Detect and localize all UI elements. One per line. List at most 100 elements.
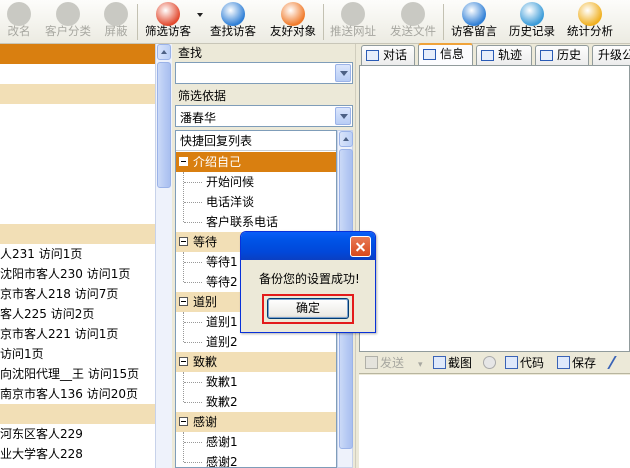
scrollbar-thumb[interactable]: [157, 62, 171, 188]
quick-reply-item-label: 等待1: [206, 255, 238, 269]
toolbar-button-label: 改名: [7, 24, 31, 38]
floppy-disk-icon: [557, 356, 570, 369]
collapse-minus-icon[interactable]: [179, 237, 188, 246]
visitor-list-item[interactable]: [0, 164, 155, 184]
tab-4[interactable]: 升级公: [592, 45, 630, 65]
toolbar-button-6[interactable]: 推送网址: [324, 0, 382, 44]
quick-reply-item[interactable]: 感谢1: [176, 432, 336, 452]
quick-reply-item[interactable]: 致歉1: [176, 372, 336, 392]
visitor-list-item[interactable]: 京市客人221 访问1页: [0, 324, 155, 344]
visitor-list-item[interactable]: 客人225 访问2页: [0, 304, 155, 324]
tab-label: 对话: [383, 48, 408, 62]
quick-reply-item[interactable]: 感谢2: [176, 452, 336, 468]
toolbar-button-9[interactable]: 历史记录: [504, 0, 560, 44]
quick-reply-group-label: 等待: [193, 235, 218, 249]
quick-reply-item-label: 感谢2: [206, 455, 238, 468]
send-toolbar: 发送 ▾ 截图 代码 保存: [359, 352, 630, 374]
quick-reply-group[interactable]: 致歉: [176, 352, 336, 372]
dialog-message: 备份您的设置成功!: [259, 272, 360, 286]
quick-reply-item-label: 道别2: [206, 335, 238, 349]
visitor-list-item[interactable]: 人231 访问1页: [0, 244, 155, 264]
collapse-minus-icon[interactable]: [179, 357, 188, 366]
pen-button[interactable]: [607, 355, 628, 371]
close-icon[interactable]: [350, 236, 371, 257]
toolbar-button-4[interactable]: 查找访客: [204, 0, 262, 44]
info-tab-content: [359, 65, 630, 352]
toolbar-button-0[interactable]: 改名: [0, 0, 38, 44]
quick-reply-item[interactable]: 开始问候: [176, 172, 336, 192]
tab-label: 历史: [557, 48, 582, 62]
chevron-down-icon[interactable]: [335, 64, 351, 82]
toolbar-button-10[interactable]: 统计分析: [562, 0, 618, 44]
tab-2[interactable]: 轨迹: [476, 45, 532, 65]
quick-reply-group[interactable]: 感谢: [176, 412, 336, 432]
quick-reply-header: 快捷回复列表: [176, 131, 336, 151]
scroll-up-arrow-icon[interactable]: [339, 131, 353, 147]
visitor-list-item[interactable]: 南京市客人136 访问20页: [0, 384, 155, 404]
tab-1[interactable]: 信息: [418, 43, 473, 66]
quick-reply-item[interactable]: 客户联系电话: [176, 212, 336, 232]
visitor-list-item[interactable]: [0, 144, 155, 164]
chat-panel: 对话 信息 轨迹 历史 升级公 发送▾ 截图 代码 保存: [359, 43, 630, 468]
visitor-list-item[interactable]: 沈阳市客人230 访问1页: [0, 264, 155, 284]
scroll-up-arrow-icon[interactable]: [157, 44, 171, 60]
smiley-icon: [483, 356, 496, 369]
visitor-list-item[interactable]: 河东区客人229: [0, 424, 155, 444]
save-button[interactable]: 保存: [557, 355, 596, 371]
visitor-list-item[interactable]: [0, 404, 155, 424]
visitor-list-item[interactable]: [0, 64, 155, 84]
visitor-list-item[interactable]: [0, 44, 155, 64]
quick-reply-item[interactable]: 电话洋谈: [176, 192, 336, 212]
history-tab-icon: [540, 50, 553, 61]
send-button[interactable]: 发送 ▾: [365, 355, 423, 371]
visitor-list-item[interactable]: 访问1页: [0, 344, 155, 364]
visitor-list-item[interactable]: [0, 84, 155, 104]
tree-connector: [184, 222, 202, 223]
tree-connector: [184, 442, 202, 443]
quick-reply-group-label: 感谢: [193, 415, 218, 429]
ok-button[interactable]: 确定: [267, 298, 349, 319]
filter-basis-combobox[interactable]: 潘春华: [175, 105, 353, 127]
search-combobox[interactable]: [175, 62, 353, 84]
toolbar-button-8[interactable]: 访客留言: [446, 0, 502, 44]
quick-reply-group[interactable]: 介绍自己: [176, 152, 336, 172]
filter-dropdown-arrow-icon[interactable]: [197, 13, 203, 17]
toolbar-button-3[interactable]: 筛选访客: [139, 0, 197, 44]
code-button[interactable]: 代码: [505, 355, 544, 371]
collapse-minus-icon[interactable]: [179, 297, 188, 306]
tree-connector: [184, 282, 202, 283]
visitor-list-item[interactable]: 业大学客人228: [0, 444, 155, 464]
visitor-list-item[interactable]: [0, 224, 155, 244]
visitor-list-item[interactable]: [0, 124, 155, 144]
message-input[interactable]: [359, 375, 630, 468]
backup-success-dialog: 备份您的设置成功! 确定: [240, 231, 376, 333]
quick-reply-item[interactable]: 致歉2: [176, 392, 336, 412]
emoticon-button[interactable]: [483, 355, 498, 371]
visitor-list-item[interactable]: [0, 204, 155, 224]
track-icon: [481, 50, 494, 61]
tab-3[interactable]: 历史: [535, 45, 589, 65]
toolbar-button-2[interactable]: 屏蔽: [97, 0, 135, 44]
visitor-list-item[interactable]: 向沈阳代理__王 访问15页: [0, 364, 155, 384]
collapse-minus-icon[interactable]: [179, 417, 188, 426]
screenshot-button[interactable]: 截图: [433, 355, 472, 371]
toolbar-button-label: 屏蔽: [104, 24, 128, 38]
tab-0[interactable]: 对话: [361, 45, 415, 65]
toolbar-button-label: 查找访客: [210, 24, 256, 38]
visitor-list-item[interactable]: 京市客人218 访问7页: [0, 284, 155, 304]
tree-connector: [184, 262, 202, 263]
tree-connector: [183, 172, 184, 222]
toolbar-button-label: 统计分析: [567, 24, 613, 38]
visitor-list-item[interactable]: [0, 104, 155, 124]
visitor-list-scrollbar[interactable]: [155, 44, 172, 468]
tree-connector: [184, 382, 202, 383]
tree-connector: [184, 462, 202, 463]
chevron-down-icon[interactable]: [335, 107, 351, 125]
collapse-minus-icon[interactable]: [179, 157, 188, 166]
dialog-title-bar[interactable]: [241, 232, 375, 260]
toolbar-button-1[interactable]: 客户分类: [40, 0, 96, 44]
visitor-list-item[interactable]: [0, 184, 155, 204]
quick-reply-item[interactable]: 道别2: [176, 332, 336, 352]
toolbar-button-5[interactable]: 友好对象: [264, 0, 322, 44]
toolbar-button-7[interactable]: 发送文件: [384, 0, 442, 44]
